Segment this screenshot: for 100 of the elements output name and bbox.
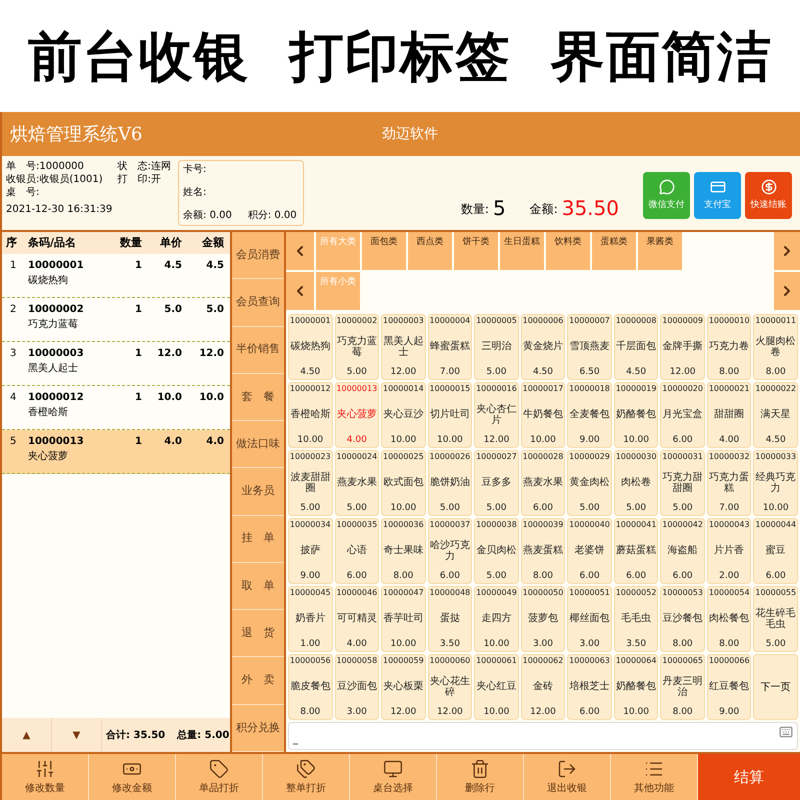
product-tile[interactable]: 10000010 巧克力卷 8.00 (706, 314, 752, 380)
product-tile[interactable]: 10000024 燕麦水果 5.00 (334, 450, 380, 516)
product-tile[interactable]: 10000058 豆沙面包 3.00 (334, 654, 380, 720)
product-tile[interactable]: 10000003 黑美人起士 12.00 (381, 314, 426, 380)
product-tile[interactable]: 10000004 蜂蜜蛋糕 7.00 (428, 314, 472, 380)
product-tile[interactable]: 10000005 三明治 5.00 (474, 314, 519, 380)
product-tile[interactable]: 10000038 金贝肉松 5.00 (474, 518, 519, 584)
next-page-button[interactable]: 下一页 (753, 654, 798, 720)
product-tile[interactable]: 10000036 奇士果味 8.00 (381, 518, 426, 584)
product-tile[interactable]: 10000040 老婆饼 6.00 (567, 518, 612, 584)
order-row[interactable]: 3 10000003 黑美人起士 1 12.0 12.0 (2, 342, 230, 386)
side-menu-button[interactable]: 取 单 (232, 562, 284, 610)
checkout-button[interactable]: 结算 (698, 754, 800, 800)
category-tab[interactable]: 面包类 (362, 232, 406, 270)
product-tile[interactable]: 10000016 夹心杏仁片 12.00 (474, 382, 519, 448)
product-tile[interactable]: 10000050 菠萝包 3.00 (520, 586, 566, 652)
order-row[interactable]: 1 10000001 碳烧热狗 1 4.5 4.5 (2, 254, 230, 298)
category-tab[interactable]: 饮料类 (546, 232, 590, 270)
category-tab[interactable]: 果酱类 (638, 232, 682, 270)
product-tile[interactable]: 10000046 可可精灵 4.00 (334, 586, 380, 652)
product-tile[interactable]: 10000008 千层面包 4.50 (614, 314, 658, 380)
product-tile[interactable]: 10000066 红豆餐包 9.00 (706, 654, 752, 720)
toolbar-button[interactable]: 整单打折 (263, 754, 350, 800)
barcode-input[interactable]: _ (288, 722, 798, 750)
product-tile[interactable]: 10000049 走四方 10.00 (474, 586, 519, 652)
product-tile[interactable]: 10000006 黄金烧片 4.50 (520, 314, 566, 380)
side-menu-button[interactable]: 退 货 (232, 610, 284, 658)
product-tile[interactable]: 10000015 切片吐司 10.00 (428, 382, 472, 448)
product-tile[interactable]: 10000037 哈沙巧克力 6.00 (428, 518, 472, 584)
product-tile[interactable]: 10000018 全麦餐包 9.00 (567, 382, 612, 448)
side-menu-button[interactable]: 挂 单 (232, 516, 284, 563)
product-tile[interactable]: 10000031 巧克力甜甜圈 5.00 (660, 450, 705, 516)
toolbar-button[interactable]: 单品打折 (176, 754, 263, 800)
product-tile[interactable]: 10000063 培根芝士 6.00 (567, 654, 612, 720)
product-tile[interactable]: 10000051 椰丝面包 3.00 (567, 586, 612, 652)
product-tile[interactable]: 10000034 披萨 9.00 (288, 518, 333, 584)
order-row[interactable]: 5 10000013 夹心菠萝 1 4.0 4.0 (2, 430, 230, 474)
side-menu-button[interactable]: 做法口味 (232, 421, 284, 468)
toolbar-button[interactable]: 修改数量 (2, 754, 89, 800)
product-tile[interactable]: 10000009 金牌手撕 12.00 (660, 314, 705, 380)
side-menu-button[interactable]: 外 卖 (232, 657, 284, 705)
product-tile[interactable]: 10000053 豆沙餐包 8.00 (660, 586, 705, 652)
payment-button[interactable]: 快速结账 (745, 172, 792, 219)
product-tile[interactable]: 10000041 蘑菇蛋糕 6.00 (614, 518, 658, 584)
product-tile[interactable]: 10000017 牛奶餐包 10.00 (520, 382, 566, 448)
product-tile[interactable]: 10000062 金砖 12.00 (520, 654, 566, 720)
product-tile[interactable]: 10000044 蜜豆 6.00 (753, 518, 798, 584)
scroll-left-button[interactable] (286, 272, 314, 310)
side-menu-button[interactable]: 会员查询 (232, 279, 284, 327)
toolbar-button[interactable]: 桌台选择 (350, 754, 437, 800)
product-tile[interactable]: 10000021 甜甜圈 4.00 (706, 382, 752, 448)
category-tab[interactable]: 生日蛋糕 (500, 232, 544, 270)
category-tab[interactable]: 蛋糕类 (592, 232, 636, 270)
product-tile[interactable]: 10000043 片片香 2.00 (706, 518, 752, 584)
product-tile[interactable]: 10000056 脆皮餐包 8.00 (288, 654, 333, 720)
product-tile[interactable]: 10000055 花生碎毛毛虫 5.00 (753, 586, 798, 652)
product-tile[interactable]: 10000002 巧克力蓝莓 5.00 (334, 314, 380, 380)
product-tile[interactable]: 10000013 夹心菠萝 4.00 (334, 382, 380, 448)
product-tile[interactable]: 10000007 雪顶燕麦 6.50 (567, 314, 612, 380)
product-tile[interactable]: 10000039 燕麦蛋糕 8.00 (520, 518, 566, 584)
product-tile[interactable]: 10000054 肉松餐包 8.00 (706, 586, 752, 652)
product-tile[interactable]: 10000061 夹心红豆 10.00 (474, 654, 519, 720)
product-tile[interactable]: 10000012 香橙哈斯 10.00 (288, 382, 333, 448)
product-tile[interactable]: 10000023 波麦甜甜圈 5.00 (288, 450, 333, 516)
scroll-left-button[interactable] (286, 232, 314, 270)
product-tile[interactable]: 10000064 奶酪餐包 10.00 (614, 654, 658, 720)
product-tile[interactable]: 10000047 香芋吐司 10.00 (381, 586, 426, 652)
scroll-right-button[interactable] (774, 272, 800, 310)
side-menu-button[interactable]: 半价销售 (232, 326, 284, 374)
side-menu-button[interactable]: 业务员 (232, 468, 284, 516)
product-tile[interactable]: 10000020 月光宝盒 6.00 (660, 382, 705, 448)
product-tile[interactable]: 10000028 燕麦水果 6.00 (520, 450, 566, 516)
product-tile[interactable]: 10000029 黄金肉松 5.00 (567, 450, 612, 516)
toolbar-button[interactable]: 修改金额 (89, 754, 176, 800)
product-tile[interactable]: 10000025 欧式面包 10.00 (381, 450, 426, 516)
product-tile[interactable]: 10000019 奶酪餐包 10.00 (614, 382, 658, 448)
product-tile[interactable]: 10000052 毛毛虫 3.50 (614, 586, 658, 652)
product-tile[interactable]: 10000033 经典巧克力 10.00 (753, 450, 798, 516)
product-tile[interactable]: 10000035 心语 6.00 (334, 518, 380, 584)
product-tile[interactable]: 10000045 奶香片 1.00 (288, 586, 333, 652)
product-tile[interactable]: 10000026 脆饼奶油 5.00 (428, 450, 472, 516)
toolbar-button[interactable]: 删除行 (437, 754, 524, 800)
product-tile[interactable]: 10000048 蛋挞 3.50 (428, 586, 472, 652)
product-tile[interactable]: 10000030 肉松卷 5.00 (614, 450, 658, 516)
category-tab[interactable]: 西点类 (408, 232, 452, 270)
scroll-right-button[interactable] (774, 232, 800, 270)
product-tile[interactable]: 10000032 巧克力蛋糕 7.00 (706, 450, 752, 516)
product-tile[interactable]: 10000027 豆多多 5.00 (474, 450, 519, 516)
toolbar-button[interactable]: 退出收银 (524, 754, 611, 800)
product-tile[interactable]: 10000014 夹心豆沙 10.00 (381, 382, 426, 448)
category-tab[interactable]: 饼干类 (454, 232, 498, 270)
side-menu-button[interactable]: 会员消费 (232, 232, 284, 280)
product-tile[interactable]: 10000001 碳烧热狗 4.50 (288, 314, 333, 380)
product-tile[interactable]: 10000060 夹心花生碎 12.00 (428, 654, 472, 720)
side-menu-button[interactable]: 套 餐 (232, 374, 284, 422)
product-tile[interactable]: 10000022 满天星 4.50 (753, 382, 798, 448)
product-tile[interactable]: 10000065 丹麦三明治 8.00 (660, 654, 705, 720)
order-row[interactable]: 2 10000002 巧克力蓝莓 1 5.0 5.0 (2, 298, 230, 342)
product-tile[interactable]: 10000011 火腿肉松卷 8.00 (753, 314, 798, 380)
product-tile[interactable]: 10000042 海盗船 6.00 (660, 518, 705, 584)
